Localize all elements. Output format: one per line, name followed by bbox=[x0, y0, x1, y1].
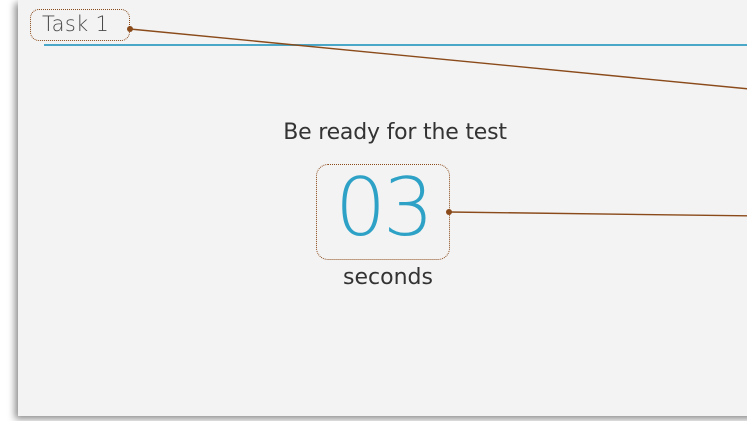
countdown-unit-label: seconds bbox=[343, 265, 433, 290]
screen: Task 1 Be ready for the test 03 seconds bbox=[0, 0, 747, 421]
countdown-timer: 03 bbox=[335, 161, 434, 254]
ready-prompt: Be ready for the test bbox=[283, 120, 507, 145]
header-divider bbox=[44, 44, 747, 46]
task-title: Task 1 bbox=[30, 9, 130, 41]
